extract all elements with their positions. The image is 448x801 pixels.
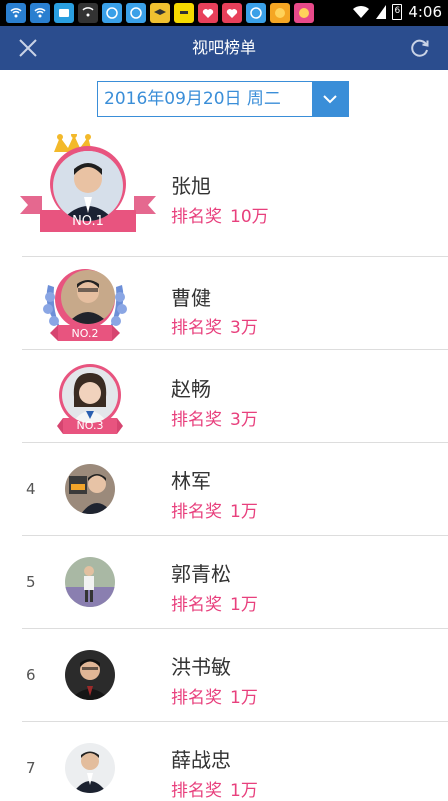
refresh-button[interactable] [406,34,434,62]
user-name: 林军 [171,469,211,493]
signal-bars-icon [376,5,387,19]
prize-text: 排名奖 1万 [171,590,258,615]
avatar [62,367,118,423]
prize-value: 1万 [230,781,258,801]
battery-level: 6 [394,6,401,16]
prize-value: 3万 [230,318,258,338]
prize-value: 3万 [230,410,258,430]
user-name: 曹健 [171,286,211,310]
avatar [65,557,115,607]
avatar [65,464,115,514]
browser-icon [126,3,146,23]
prize-label: 排名奖 [171,688,222,708]
rank-number: 4 [26,480,36,498]
heart-icon [198,3,218,23]
date-filter: 2016年09月20日 周二 [0,70,448,132]
prize-value: 1万 [230,688,258,708]
user-name: 张旭 [171,174,211,198]
prize-text: 排名奖 3万 [171,405,258,430]
prize-label: 排名奖 [171,595,222,615]
browser-icon [102,3,122,23]
date-selector[interactable]: 2016年09月20日 周二 [97,81,349,117]
prize-value: 1万 [230,595,258,615]
rank-badge-label: NO.2 [71,327,99,340]
battery-icon: 6 [392,4,403,20]
list-item-rank-7[interactable]: 7 薛战忠 排名奖 1万 [0,722,448,801]
app-notification-icon [54,3,74,23]
rank-number: 6 [26,666,36,684]
prize-label: 排名奖 [171,207,222,227]
status-bar: 6 4:06 [0,0,448,26]
user-name: 赵畅 [171,377,211,401]
chevron-down-icon [323,95,337,104]
clock: 4:06 [408,3,442,21]
prize-label: 排名奖 [171,410,222,430]
rank-badge-label: NO.3 [76,419,104,432]
prize-text: 排名奖 10万 [171,202,269,227]
list-item-rank-3[interactable]: NO.3 赵畅 排名奖 3万 [0,350,448,443]
notification-icons [6,3,314,23]
list-item-rank-5[interactable]: 5 郭青松 排名奖 1万 [0,536,448,629]
prize-text: 排名奖 1万 [171,683,258,708]
date-dropdown-button[interactable] [312,82,348,116]
prize-value: 1万 [230,502,258,522]
user-name: 薛战忠 [171,748,231,772]
wifi-hotspot-icon [30,3,50,23]
wifi-hotspot-icon [6,3,26,23]
prize-text: 排名奖 3万 [171,313,258,338]
date-value: 2016年09月20日 周二 [104,89,281,109]
list-item-rank-4[interactable]: 4 林军 排名奖 1万 [0,443,448,536]
prize-label: 排名奖 [171,781,222,801]
signal-icon [78,3,98,23]
face-icon [270,3,290,23]
heart-icon [222,3,242,23]
refresh-icon [411,39,429,57]
rank-number: 7 [26,759,36,777]
list-item-rank-1[interactable]: NO.1 张旭 排名奖 10万 [0,132,448,257]
status-right: 6 4:06 [352,3,442,21]
avatar [65,650,115,700]
face-icon [174,3,194,23]
rank-badge-label: NO.1 [72,214,104,229]
user-name: 郭青松 [171,562,231,586]
rank-number: 5 [26,573,36,591]
wifi-icon [353,5,370,18]
prize-text: 排名奖 1万 [171,776,258,801]
top-navbar: 视吧榜单 [0,26,448,70]
prize-value: 10万 [230,207,269,227]
face-icon [294,3,314,23]
graduation-cap-icon [150,3,170,23]
avatar [61,270,115,324]
prize-label: 排名奖 [171,318,222,338]
prize-text: 排名奖 1万 [171,497,258,522]
list-item-rank-2[interactable]: NO.2 曹健 排名奖 3万 [0,257,448,350]
avatar [65,743,115,793]
user-name: 洪书敏 [171,655,231,679]
page-title: 视吧榜单 [191,38,256,57]
prize-label: 排名奖 [171,502,222,522]
list-item-rank-6[interactable]: 6 洪书敏 排名奖 1万 [0,629,448,722]
browser-icon [246,3,266,23]
